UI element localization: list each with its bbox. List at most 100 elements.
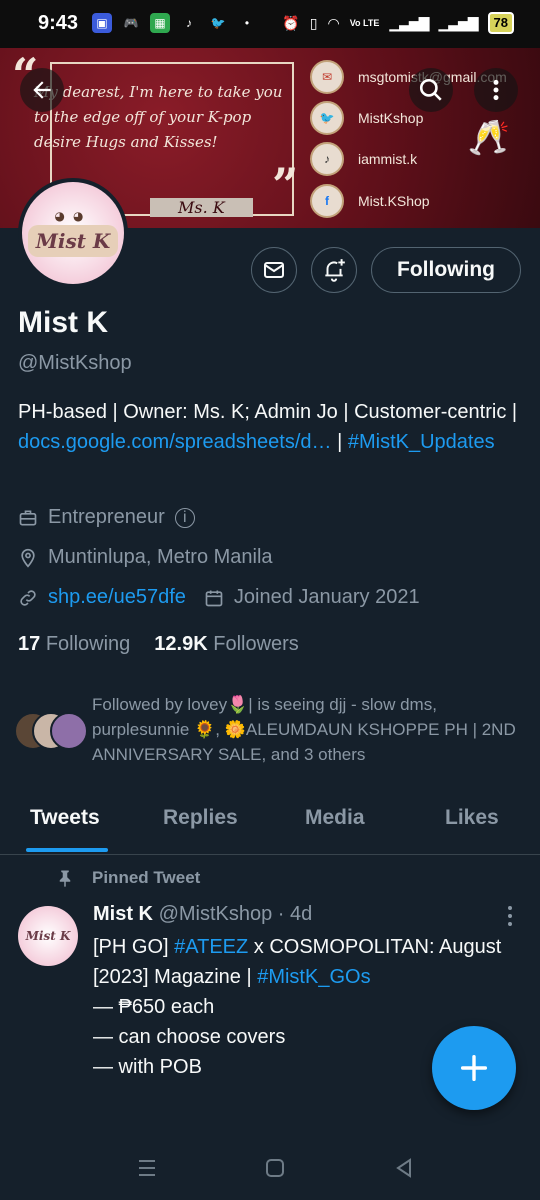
pinned-label: Pinned Tweet bbox=[56, 868, 200, 888]
banner-contact-facebook: f Mist.KShop bbox=[310, 184, 430, 218]
pinned-label-text: Pinned Tweet bbox=[92, 868, 201, 887]
banner-contact-twitter: 🐦 MistKshop bbox=[310, 101, 423, 135]
status-time: 9:43 bbox=[38, 12, 79, 34]
app-notification-icon: ▣ bbox=[92, 13, 112, 33]
profile-bio: PH-based | Owner: Ms. K; Admin Jo | Cust… bbox=[18, 397, 523, 457]
location-pin-icon bbox=[18, 548, 38, 568]
more-vertical-icon bbox=[508, 906, 512, 926]
tweet-hashtag[interactable]: #ATEEZ bbox=[174, 936, 248, 958]
banner-contact-text: Mist.KShop bbox=[358, 193, 430, 209]
followed-by-avatars[interactable] bbox=[14, 712, 88, 750]
profile-avatar[interactable]: ◕◕ Mist K bbox=[18, 178, 128, 288]
network-label: Vo LTE bbox=[349, 17, 380, 28]
message-button[interactable] bbox=[251, 247, 297, 293]
tab-replies[interactable]: Replies bbox=[163, 806, 238, 830]
tweet-header: Mist K @MistKshop · 4d bbox=[93, 903, 312, 926]
mail-icon: ✉ bbox=[310, 60, 344, 94]
briefcase-icon bbox=[18, 508, 38, 528]
plus-icon bbox=[460, 1054, 488, 1082]
bell-plus-icon bbox=[325, 259, 345, 282]
home-button[interactable] bbox=[264, 1156, 286, 1185]
system-nav-bar bbox=[0, 1140, 540, 1200]
signal-icon: ▁▃▅▇ bbox=[389, 14, 429, 31]
followers-count-number: 12.9K bbox=[154, 633, 208, 655]
followed-by-text[interactable]: Followed by lovey🌷| is seeing djj - slow… bbox=[92, 692, 527, 767]
back-triangle-icon bbox=[396, 1158, 411, 1178]
banner-contact-text: iammist.k bbox=[358, 151, 418, 167]
profile-location: Muntinlupa, Metro Manila bbox=[18, 546, 273, 569]
tweet-more-button[interactable] bbox=[504, 905, 516, 927]
tweet-hashtag[interactable]: #MistK_GOs bbox=[257, 966, 370, 988]
following-count-label: Following bbox=[45, 633, 131, 655]
tiktok-icon: ♪ bbox=[186, 16, 192, 30]
tweet-text-part: — ₱650 each — can choose covers — with P… bbox=[93, 996, 286, 1078]
avatar bbox=[50, 712, 88, 750]
close-quote-icon: ” bbox=[272, 158, 299, 212]
website-link[interactable]: shp.ee/ue57dfe bbox=[48, 586, 186, 609]
link-icon bbox=[18, 588, 38, 608]
bio-hashtag[interactable]: #MistK_Updates bbox=[348, 431, 495, 453]
tab-media[interactable]: Media bbox=[305, 806, 365, 830]
pin-icon bbox=[59, 870, 71, 887]
following-count[interactable]: 17 Following bbox=[18, 633, 130, 656]
twitter-icon: 🐦 bbox=[210, 16, 226, 30]
envelope-icon bbox=[264, 262, 284, 278]
status-bar: 9:43 ▣ 🎮 ▦ ♪ 🐦 • ⏰ ▯ ◠ Vo LTE ▁▃▅▇ ▁▃▅▇ … bbox=[0, 0, 540, 48]
info-icon[interactable]: i bbox=[174, 507, 195, 528]
tab-tweets[interactable]: Tweets bbox=[30, 806, 100, 830]
back-button[interactable] bbox=[20, 68, 64, 112]
vibrate-icon: ▯ bbox=[309, 14, 318, 31]
tweet-author-avatar[interactable]: Mist K bbox=[18, 906, 78, 966]
category-text: Entrepreneur bbox=[48, 506, 165, 528]
compose-tweet-button[interactable] bbox=[432, 1026, 516, 1110]
user-handle: @MistKshop bbox=[18, 352, 132, 374]
back-arrow-icon bbox=[33, 81, 51, 99]
app-store-icon: ▦ bbox=[150, 13, 170, 33]
banner-contact-text: MistKshop bbox=[358, 110, 424, 126]
notifications-button[interactable] bbox=[311, 247, 357, 293]
profile-category: Entrepreneur i bbox=[18, 506, 195, 529]
nav-back-button[interactable] bbox=[393, 1156, 415, 1185]
alarm-icon: ⏰ bbox=[282, 14, 300, 31]
follow-counts: 17 Following 12.9K Followers bbox=[18, 633, 299, 656]
search-button[interactable] bbox=[409, 68, 453, 112]
followers-count-label: Followers bbox=[213, 633, 299, 655]
joined-text: Joined January 2021 bbox=[233, 586, 420, 608]
avatar: ◕◕ Mist K bbox=[22, 182, 124, 284]
following-button[interactable]: Following bbox=[371, 247, 521, 293]
calendar-icon bbox=[204, 588, 224, 608]
banner-quote: My dearest, I'm here to take you to the … bbox=[34, 83, 283, 151]
display-name: Mist K bbox=[18, 306, 108, 339]
followers-count[interactable]: 12.9K Followers bbox=[154, 633, 299, 656]
notification-icons: ▣ 🎮 ▦ ♪ 🐦 • bbox=[92, 13, 257, 33]
tiktok-icon: ♪ bbox=[310, 142, 344, 176]
location-text: Muntinlupa, Metro Manila bbox=[48, 546, 273, 568]
profile-tabs: Tweets Replies Media Likes bbox=[0, 794, 540, 855]
bio-separator: | bbox=[337, 431, 343, 453]
search-icon bbox=[419, 78, 442, 101]
champagne-glasses-icon: 🥂 bbox=[467, 119, 510, 157]
facebook-messenger-icon: f bbox=[310, 184, 344, 218]
twitter-icon: 🐦 bbox=[310, 101, 344, 135]
dot-icon: • bbox=[244, 16, 250, 30]
battery-indicator: 78 bbox=[487, 12, 514, 34]
following-count-number: 17 bbox=[18, 633, 41, 655]
tab-likes[interactable]: Likes bbox=[445, 806, 499, 830]
wifi-icon: ◠ bbox=[327, 14, 340, 31]
tweet-text-part: [PH GO] bbox=[93, 936, 175, 958]
recents-icon bbox=[139, 1160, 155, 1176]
more-options-button[interactable] bbox=[474, 68, 518, 112]
tweet-author-name[interactable]: Mist K bbox=[93, 903, 153, 925]
profile-links-row: shp.ee/ue57dfe Joined January 2021 bbox=[18, 586, 420, 609]
signal-icon-2: ▁▃▅▇ bbox=[438, 14, 478, 31]
tweet-handle-time: @MistKshop · 4d bbox=[158, 903, 313, 925]
active-tab-indicator bbox=[26, 848, 108, 852]
recent-apps-button[interactable] bbox=[136, 1156, 158, 1185]
system-icons: ⏰ ▯ ◠ Vo LTE ▁▃▅▇ ▁▃▅▇ 78 bbox=[282, 12, 514, 34]
bio-link[interactable]: docs.google.com/spreadsheets/d… bbox=[18, 431, 332, 453]
home-icon bbox=[266, 1159, 284, 1177]
avatar-brand: Mist K bbox=[27, 225, 119, 257]
game-controller-icon: 🎮 bbox=[123, 16, 139, 30]
more-vertical-icon bbox=[493, 79, 499, 101]
bio-text: PH-based | Owner: Ms. K; Admin Jo | Cust… bbox=[18, 401, 518, 423]
